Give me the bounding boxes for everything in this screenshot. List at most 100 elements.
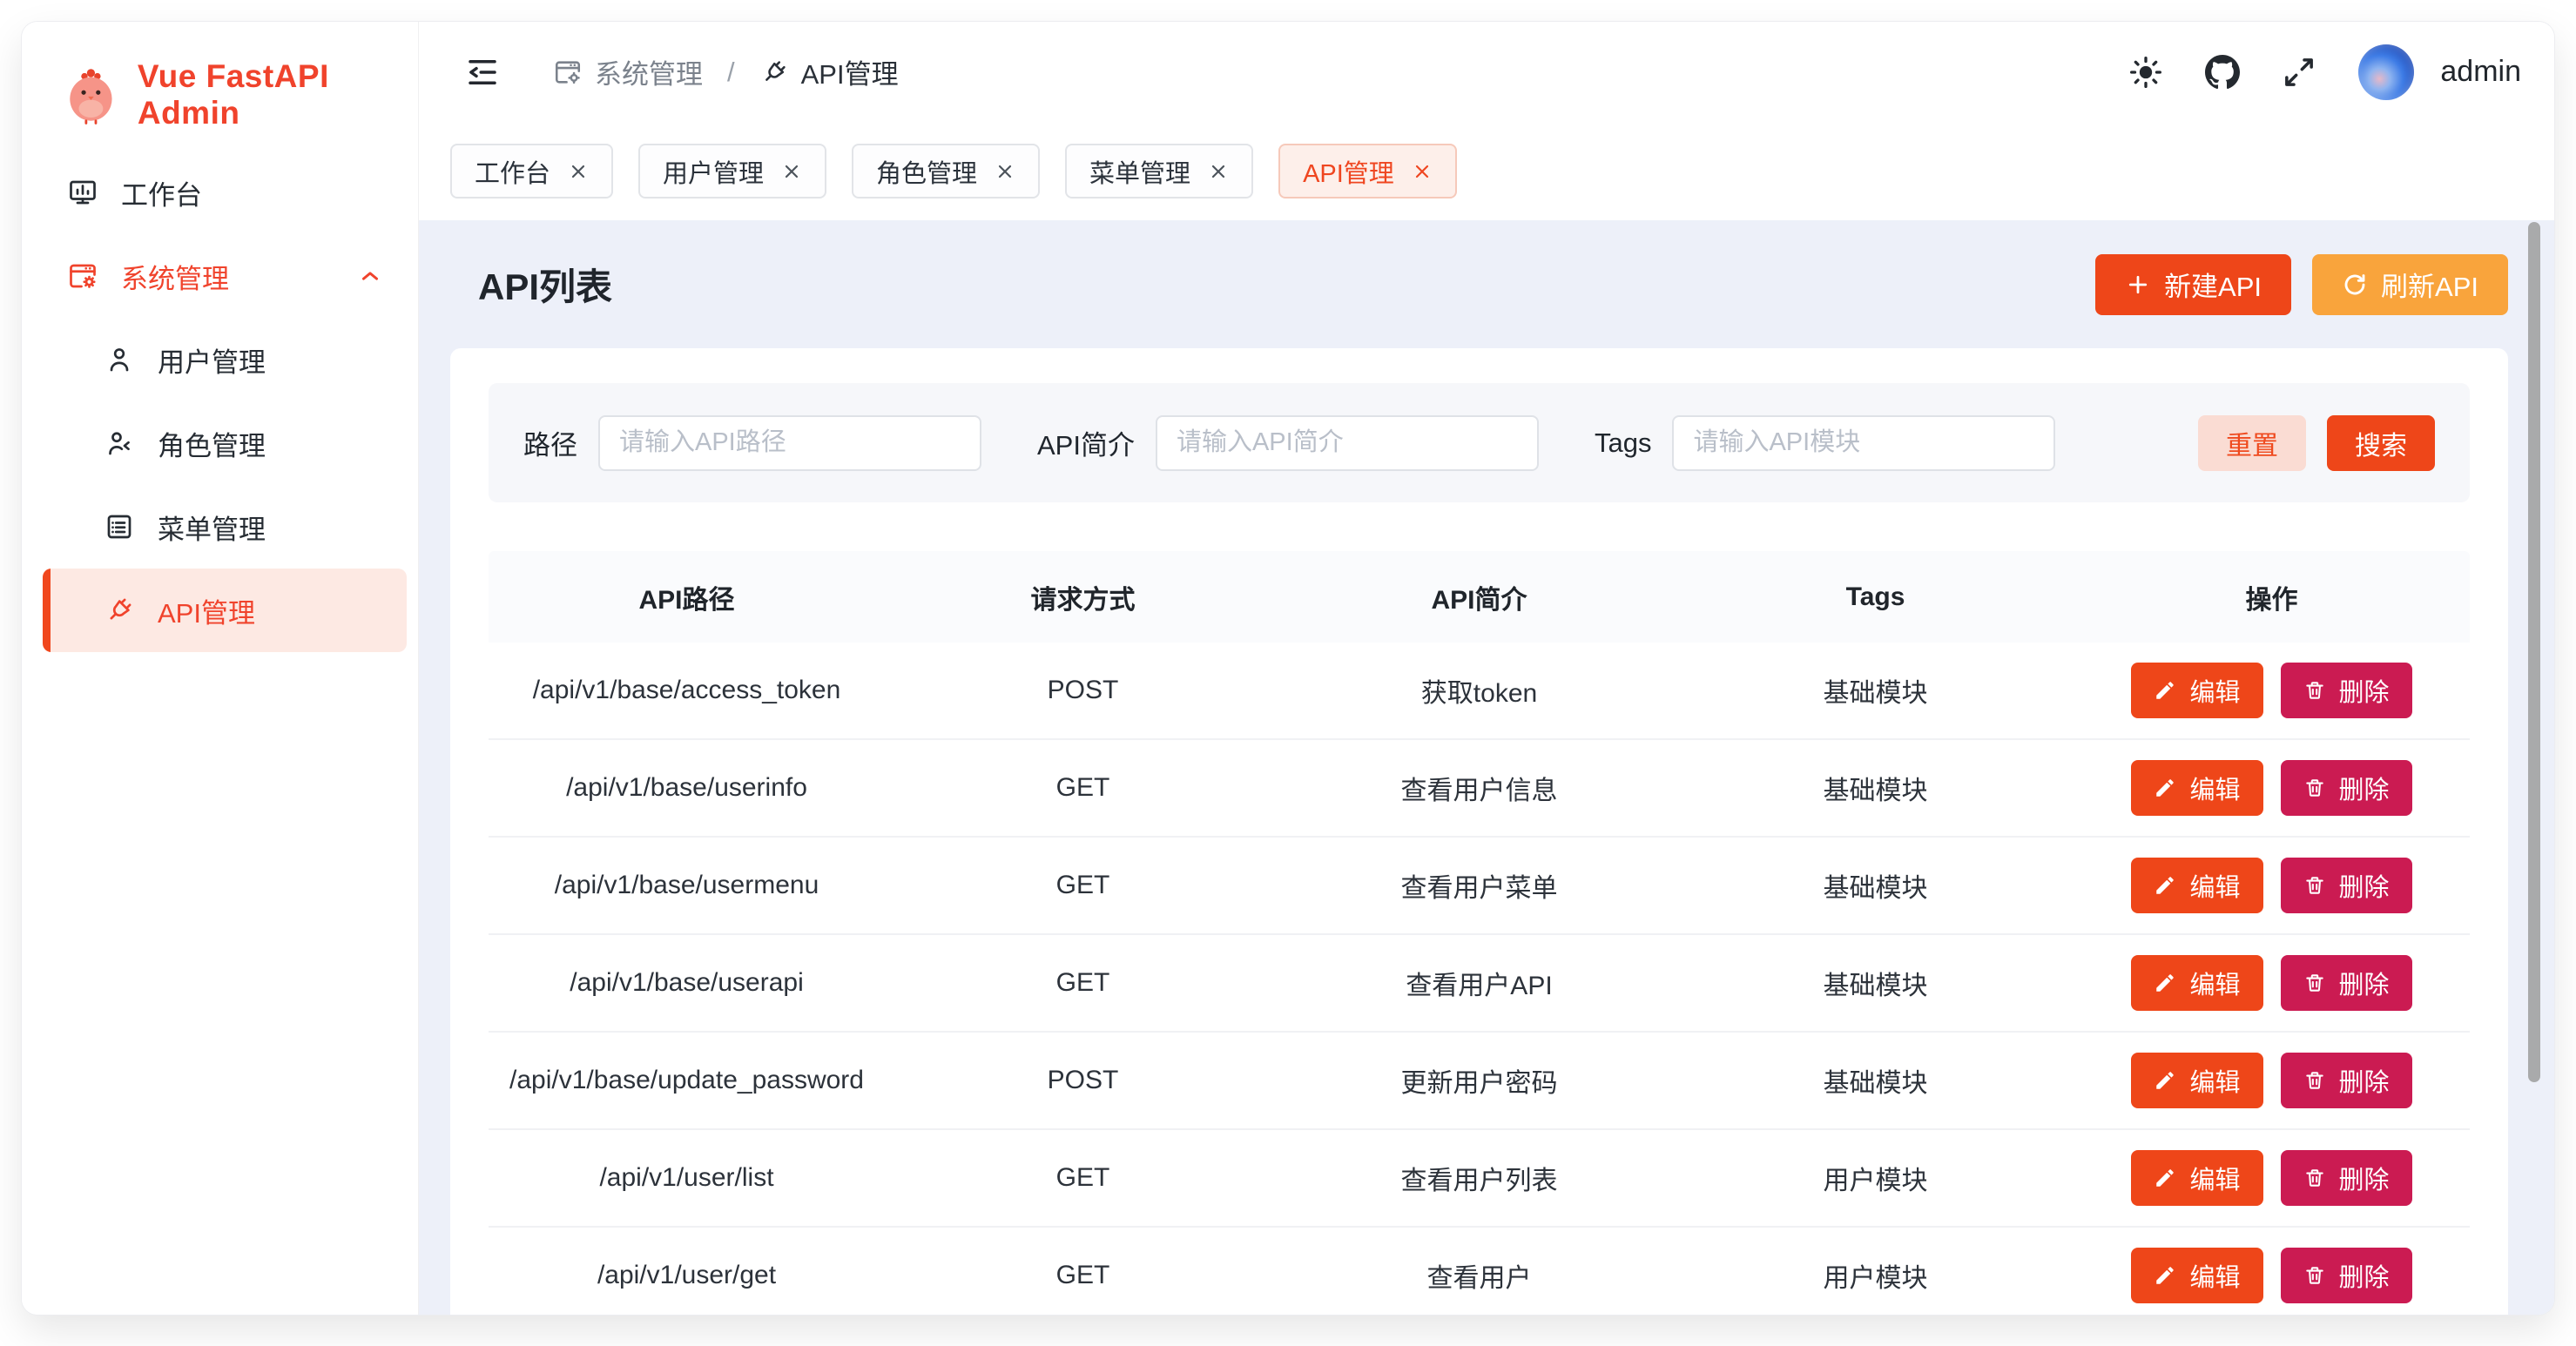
- summary-filter-input[interactable]: [1156, 415, 1539, 471]
- page-actions: 新建API 刷新API: [2095, 254, 2508, 315]
- cell-path: /api/v1/base/usermenu: [489, 871, 885, 900]
- cell-summary: 查看用户信息: [1281, 769, 1677, 807]
- trash-icon: [2303, 874, 2326, 897]
- delete-button[interactable]: 删除: [2281, 1150, 2412, 1206]
- table-row: /api/v1/user/list GET 查看用户列表 用户模块 编辑 删除: [489, 1130, 2470, 1228]
- tab-users[interactable]: 用户管理: [638, 144, 826, 199]
- pencil-icon: [2154, 679, 2176, 702]
- breadcrumb-item-system[interactable]: 系统管理: [553, 52, 703, 91]
- table-row: /api/v1/base/userapi GET 查看用户API 基础模块 编辑: [489, 935, 2470, 1033]
- menu-list-icon: [104, 511, 135, 542]
- chevron-up-icon: [357, 263, 383, 289]
- github-icon[interactable]: [2205, 55, 2240, 90]
- tab-workbench[interactable]: 工作台: [450, 144, 613, 199]
- trash-icon: [2303, 679, 2326, 702]
- api-list-card: 路径 API简介 Tags 重置 搜索 API路径 请求方式: [450, 348, 2508, 1315]
- tab-label: 角色管理: [876, 153, 977, 190]
- delete-label: 删除: [2339, 1062, 2390, 1099]
- edit-button[interactable]: 编辑: [2131, 1248, 2262, 1303]
- tab-api[interactable]: API管理: [1278, 144, 1457, 199]
- edit-button[interactable]: 编辑: [2131, 858, 2262, 913]
- trash-icon: [2303, 972, 2326, 994]
- col-method: 请求方式: [885, 578, 1281, 616]
- edit-label: 编辑: [2189, 965, 2240, 1001]
- sidebar-item-menus[interactable]: 菜单管理: [22, 485, 418, 569]
- tab-roles[interactable]: 角色管理: [852, 144, 1040, 199]
- sidebar-item-label: API管理: [158, 591, 255, 630]
- user-icon: [104, 344, 135, 375]
- trash-icon: [2303, 1167, 2326, 1189]
- system-gear-icon: [553, 57, 583, 87]
- cell-method: POST: [885, 676, 1281, 705]
- cell-tags: 用户模块: [1677, 1159, 2074, 1197]
- breadcrumb-item-api[interactable]: API管理: [759, 52, 899, 91]
- cell-tags: 基础模块: [1677, 964, 2074, 1002]
- cell-method: GET: [885, 773, 1281, 803]
- trash-icon: [2303, 1069, 2326, 1092]
- close-icon[interactable]: [1412, 161, 1433, 182]
- delete-button[interactable]: 删除: [2281, 858, 2412, 913]
- filter-panel: 路径 API简介 Tags 重置 搜索: [489, 383, 2470, 502]
- cell-method: GET: [885, 1163, 1281, 1193]
- sidebar-item-label: 系统管理: [121, 257, 229, 296]
- edit-button[interactable]: 编辑: [2131, 1150, 2262, 1206]
- create-api-button[interactable]: 新建API: [2095, 254, 2291, 315]
- summary-filter-label: API简介: [1037, 423, 1135, 462]
- username[interactable]: admin: [2440, 55, 2521, 89]
- close-icon[interactable]: [781, 161, 802, 182]
- sidebar-collapse-icon[interactable]: [464, 54, 501, 91]
- breadcrumb-label: 系统管理: [595, 52, 703, 91]
- fullscreen-icon[interactable]: [2282, 55, 2316, 90]
- edit-button[interactable]: 编辑: [2131, 760, 2262, 816]
- tab-label: 工作台: [475, 153, 550, 190]
- search-button[interactable]: 搜索: [2327, 415, 2435, 471]
- delete-button[interactable]: 删除: [2281, 760, 2412, 816]
- refresh-api-button[interactable]: 刷新API: [2312, 254, 2508, 315]
- close-icon[interactable]: [995, 161, 1015, 182]
- close-icon[interactable]: [568, 161, 589, 182]
- sidebar-item-api[interactable]: API管理: [43, 569, 407, 652]
- pencil-icon: [2154, 972, 2176, 994]
- close-icon[interactable]: [1208, 161, 1229, 182]
- sidebar-item-users[interactable]: 用户管理: [22, 318, 418, 401]
- delete-button[interactable]: 删除: [2281, 1248, 2412, 1303]
- cell-path: /api/v1/base/userinfo: [489, 773, 885, 803]
- edit-button[interactable]: 编辑: [2131, 663, 2262, 718]
- app-window: Vue FastAPI Admin 工作台 系统管理: [22, 22, 2554, 1315]
- delete-button[interactable]: 删除: [2281, 663, 2412, 718]
- sidebar-menu: 工作台 系统管理 用户管理: [22, 151, 418, 652]
- sidebar-item-workbench[interactable]: 工作台: [22, 151, 418, 234]
- edit-button[interactable]: 编辑: [2131, 955, 2262, 1011]
- edit-button[interactable]: 编辑: [2131, 1053, 2262, 1108]
- tags-filter-input[interactable]: [1672, 415, 2055, 471]
- trash-icon: [2303, 1264, 2326, 1287]
- refresh-api-label: 刷新API: [2381, 265, 2478, 304]
- cell-summary: 更新用户密码: [1281, 1061, 1677, 1100]
- pencil-icon: [2154, 777, 2176, 799]
- cell-tags: 基础模块: [1677, 769, 2074, 807]
- cell-tags: 用户模块: [1677, 1256, 2074, 1295]
- create-api-label: 新建API: [2164, 265, 2262, 304]
- path-filter-input[interactable]: [598, 415, 981, 471]
- avatar[interactable]: [2358, 44, 2414, 100]
- cell-path: /api/v1/base/userapi: [489, 968, 885, 998]
- reset-button[interactable]: 重置: [2198, 415, 2306, 471]
- delete-label: 删除: [2339, 770, 2390, 806]
- delete-button[interactable]: 删除: [2281, 955, 2412, 1011]
- cell-tags: 基础模块: [1677, 866, 2074, 905]
- sidebar-item-label: 角色管理: [158, 424, 266, 463]
- sidebar-item-roles[interactable]: 角色管理: [22, 401, 418, 485]
- pencil-icon: [2154, 1069, 2176, 1092]
- path-filter-label: 路径: [523, 423, 577, 462]
- tab-menus[interactable]: 菜单管理: [1065, 144, 1253, 199]
- api-plug-icon: [759, 57, 789, 87]
- table-row: /api/v1/base/update_password POST 更新用户密码…: [489, 1033, 2470, 1130]
- cell-summary: 查看用户菜单: [1281, 866, 1677, 905]
- theme-sun-icon[interactable]: [2128, 55, 2163, 90]
- vertical-scrollbar[interactable]: [2528, 222, 2540, 1082]
- edit-label: 编辑: [2189, 770, 2240, 806]
- sidebar-item-system[interactable]: 系统管理: [22, 234, 418, 318]
- topbar-actions: admin: [2128, 44, 2521, 100]
- delete-button[interactable]: 删除: [2281, 1053, 2412, 1108]
- app-title: Vue FastAPI Admin: [138, 58, 418, 131]
